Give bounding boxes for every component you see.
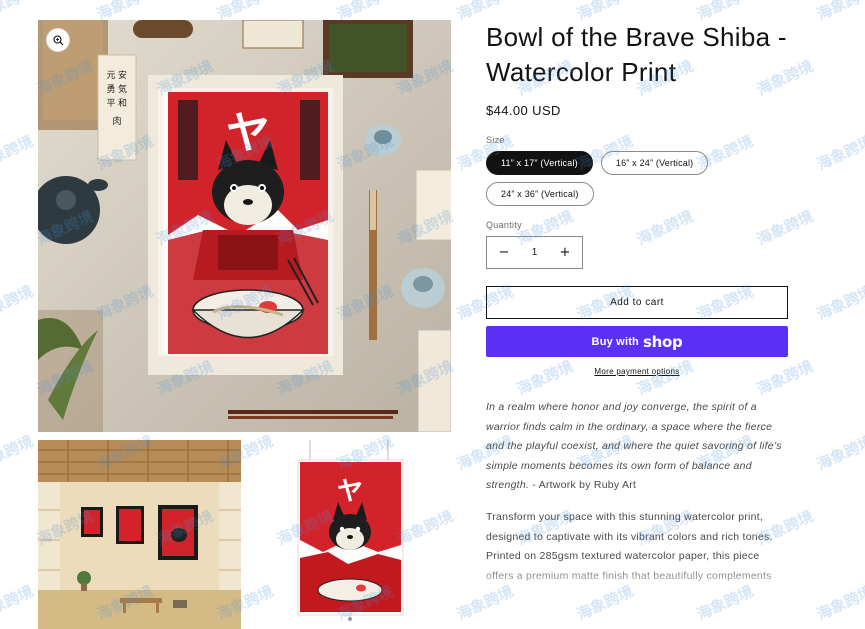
watermark-text: 海象跨境 — [814, 282, 865, 324]
buy-with-shop-button[interactable]: Buy with shop — [486, 326, 788, 357]
watermark-text: 海象跨境 — [0, 0, 36, 24]
watermark-text: 海象跨境 — [0, 282, 36, 324]
watermark-text: 海象跨境 — [814, 582, 865, 624]
watermark-text: 海象跨境 — [454, 582, 516, 624]
product-info-panel: Bowl of the Brave Shiba - Watercolor Pri… — [486, 20, 791, 586]
quantity-stepper: − 1 + — [486, 236, 583, 269]
minus-icon: − — [498, 245, 510, 260]
size-option-24x36[interactable]: 24” x 36” (Vertical) — [486, 182, 594, 206]
product-thumbnail-poster[interactable]: ヤ — [248, 440, 451, 629]
watermark-text: 海象跨境 — [694, 582, 756, 624]
watermark-text: 海象跨境 — [0, 432, 36, 474]
product-description-quote: In a realm where honor and joy converge,… — [486, 398, 786, 496]
product-main-artwork: 元安 勇気 平和 肉 ヤ — [38, 20, 451, 432]
watermark-text: 海象跨境 — [814, 432, 865, 474]
size-option-11x17[interactable]: 11” x 17” (Vertical) — [486, 151, 593, 175]
product-main-image[interactable]: 元安 勇気 平和 肉 ヤ — [38, 20, 451, 432]
plus-icon: + — [559, 245, 571, 260]
watermark-text: 海象跨境 — [0, 132, 36, 174]
watermark-text: 海象跨境 — [814, 132, 865, 174]
watermark-text: 海象跨境 — [574, 582, 636, 624]
poster-glyph: ヤ — [337, 477, 363, 507]
quantity-increase-button[interactable]: + — [558, 245, 572, 260]
artwork-glyph: ヤ — [226, 108, 270, 159]
product-title: Bowl of the Brave Shiba - Watercolor Pri… — [486, 22, 787, 87]
quantity-decrease-button[interactable]: − — [497, 245, 511, 260]
quantity-label: Quantity — [486, 220, 522, 230]
add-to-cart-button[interactable]: Add to cart — [486, 286, 788, 319]
watermark-text: 海象跨境 — [0, 582, 36, 624]
product-price: $44.00 USD — [486, 103, 561, 118]
product-thumbnail-room[interactable] — [38, 440, 241, 629]
size-option-16x24[interactable]: 16” x 24” (Vertical) — [600, 151, 709, 175]
description-credit: - Artwork by Ruby Art — [529, 479, 637, 492]
shop-logo: shop — [642, 332, 683, 351]
room-scene-image — [38, 440, 241, 629]
poster-hanging-image: ヤ — [248, 440, 451, 629]
zoom-button[interactable] — [46, 28, 70, 52]
size-options: 11” x 17” (Vertical) 16” x 24” (Vertical… — [486, 151, 746, 206]
product-description-body: Transform your space with this stunning … — [486, 510, 773, 582]
watermark-text: 海象跨境 — [814, 0, 865, 24]
size-label: Size — [486, 135, 505, 145]
quantity-value[interactable]: 1 — [532, 247, 538, 258]
zoom-icon — [52, 34, 63, 45]
more-payment-options-link[interactable]: More payment options — [486, 367, 788, 376]
description-quote-text: In a realm where honor and joy converge,… — [486, 401, 782, 492]
buy-with-label: Buy with — [591, 335, 639, 348]
